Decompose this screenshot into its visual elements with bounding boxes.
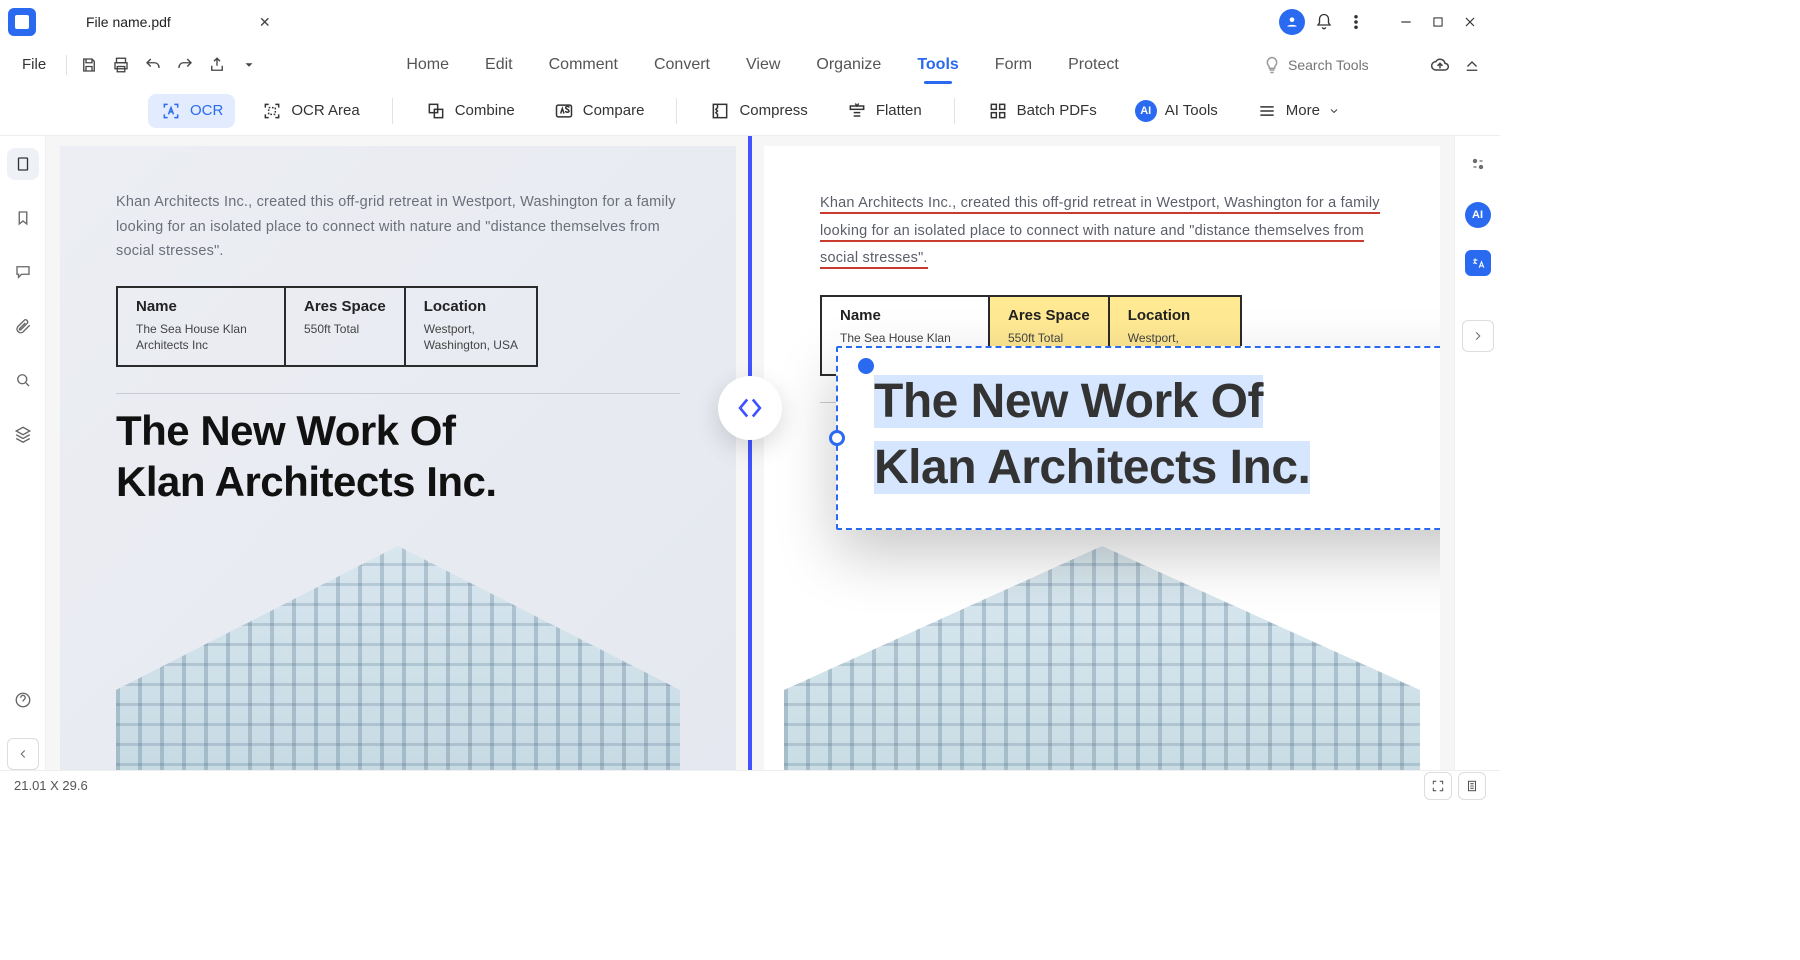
help-button[interactable] <box>7 684 39 716</box>
account-button[interactable] <box>1276 6 1308 38</box>
selection-handle-left[interactable] <box>829 430 845 446</box>
compare-divider[interactable] <box>748 136 752 770</box>
fit-page-button[interactable] <box>1424 772 1452 800</box>
hero-title-left: The New Work OfKlan Architects Inc. <box>116 406 680 507</box>
more-button[interactable]: More <box>1244 94 1352 128</box>
save-button[interactable] <box>75 51 103 79</box>
menubar: File Home Edit Comment Convert View Orga… <box>0 44 1500 86</box>
main-menu: Home Edit Comment Convert View Organize … <box>267 50 1258 80</box>
notifications-button[interactable] <box>1308 6 1340 38</box>
text-selection-box[interactable]: The New Work Of Klan Architects Inc. <box>836 346 1440 530</box>
menu-convert[interactable]: Convert <box>652 50 712 80</box>
chevron-down-icon <box>1328 105 1340 117</box>
collapse-ribbon-button[interactable] <box>1458 51 1486 79</box>
menu-home[interactable]: Home <box>404 50 451 80</box>
avatar-icon <box>1279 9 1305 35</box>
ocr-icon <box>160 100 182 122</box>
batch-icon <box>987 100 1009 122</box>
selected-text-line2[interactable]: Klan Architects Inc. <box>874 441 1310 494</box>
properties-panel-button[interactable] <box>1462 148 1494 180</box>
compare-button[interactable]: Compare <box>541 94 657 128</box>
left-sidebar <box>0 136 46 770</box>
document-tab[interactable]: File name.pdf ✕ <box>72 8 285 37</box>
building-image-right <box>784 546 1420 770</box>
undo-button[interactable] <box>139 51 167 79</box>
prev-page-button[interactable] <box>7 738 39 770</box>
statusbar: 21.01 X 29.6 <box>0 770 1500 800</box>
ocr-area-icon <box>261 100 283 122</box>
batch-pdfs-button[interactable]: Batch PDFs <box>975 94 1109 128</box>
page-dimensions: 21.01 X 29.6 <box>14 778 88 793</box>
intro-text-right: Khan Architects Inc., created this off-g… <box>820 195 1380 269</box>
right-sidebar: AI <box>1454 136 1500 770</box>
flatten-icon <box>846 100 868 122</box>
window-maximize-button[interactable] <box>1422 6 1454 38</box>
window-close-button[interactable] <box>1454 6 1486 38</box>
flatten-button[interactable]: Flatten <box>834 94 934 128</box>
next-page-button[interactable] <box>1462 320 1494 352</box>
titlebar: File name.pdf ✕ <box>0 0 1500 44</box>
compress-button[interactable]: Compress <box>697 94 819 128</box>
building-image-left <box>116 546 680 770</box>
compare-icon <box>553 100 575 122</box>
menu-form[interactable]: Form <box>993 50 1034 80</box>
menu-protect[interactable]: Protect <box>1066 50 1121 80</box>
comments-panel-button[interactable] <box>7 256 39 288</box>
compress-icon <box>709 100 731 122</box>
app-logo[interactable] <box>8 8 36 36</box>
attachments-panel-button[interactable] <box>7 310 39 342</box>
menu-organize[interactable]: Organize <box>814 50 883 80</box>
search-input[interactable] <box>1288 57 1408 73</box>
cloud-upload-button[interactable] <box>1426 51 1454 79</box>
view-mode-button[interactable] <box>1458 772 1486 800</box>
bookmarks-panel-button[interactable] <box>7 202 39 234</box>
selection-handle-top[interactable] <box>858 358 874 374</box>
layers-panel-button[interactable] <box>7 418 39 450</box>
main-area: Khan Architects Inc., created this off-g… <box>0 136 1500 770</box>
ocr-button[interactable]: OCR <box>148 94 235 128</box>
ai-sidebar-button[interactable]: AI <box>1465 202 1491 228</box>
search-tools[interactable] <box>1262 55 1422 75</box>
ai-tools-button[interactable]: AI AI Tools <box>1123 94 1230 128</box>
translate-sidebar-button[interactable] <box>1465 250 1491 276</box>
menu-tools[interactable]: Tools <box>915 50 960 80</box>
selected-text-line1[interactable]: The New Work Of <box>874 375 1263 428</box>
kebab-menu-button[interactable] <box>1340 6 1372 38</box>
file-menu[interactable]: File <box>14 52 54 77</box>
close-tab-icon[interactable]: ✕ <box>259 14 271 31</box>
intro-text-left: Khan Architects Inc., created this off-g… <box>116 190 680 264</box>
print-button[interactable] <box>107 51 135 79</box>
ai-icon: AI <box>1135 100 1157 122</box>
search-panel-button[interactable] <box>7 364 39 396</box>
document-canvas[interactable]: Khan Architects Inc., created this off-g… <box>46 136 1454 770</box>
compare-swap-button[interactable] <box>718 376 782 440</box>
quick-dropdown-button[interactable] <box>235 51 263 79</box>
share-button[interactable] <box>203 51 231 79</box>
tools-ribbon: OCR OCR Area Combine Compare Compress Fl… <box>0 86 1500 136</box>
menu-view[interactable]: View <box>744 50 782 80</box>
more-icon <box>1256 100 1278 122</box>
combine-icon <box>425 100 447 122</box>
page-left-original: Khan Architects Inc., created this off-g… <box>60 146 736 770</box>
combine-button[interactable]: Combine <box>413 94 527 128</box>
window-minimize-button[interactable] <box>1390 6 1422 38</box>
info-table-left: NameThe Sea House Klan Architects Inc Ar… <box>116 286 538 367</box>
page-right-ocr: Khan Architects Inc., created this off-g… <box>764 146 1440 770</box>
menu-comment[interactable]: Comment <box>547 50 620 80</box>
redo-button[interactable] <box>171 51 199 79</box>
tab-title: File name.pdf <box>86 14 171 30</box>
lightbulb-icon <box>1262 55 1282 75</box>
thumbnails-panel-button[interactable] <box>7 148 39 180</box>
ocr-area-button[interactable]: OCR Area <box>249 94 371 128</box>
menu-edit[interactable]: Edit <box>483 50 515 80</box>
